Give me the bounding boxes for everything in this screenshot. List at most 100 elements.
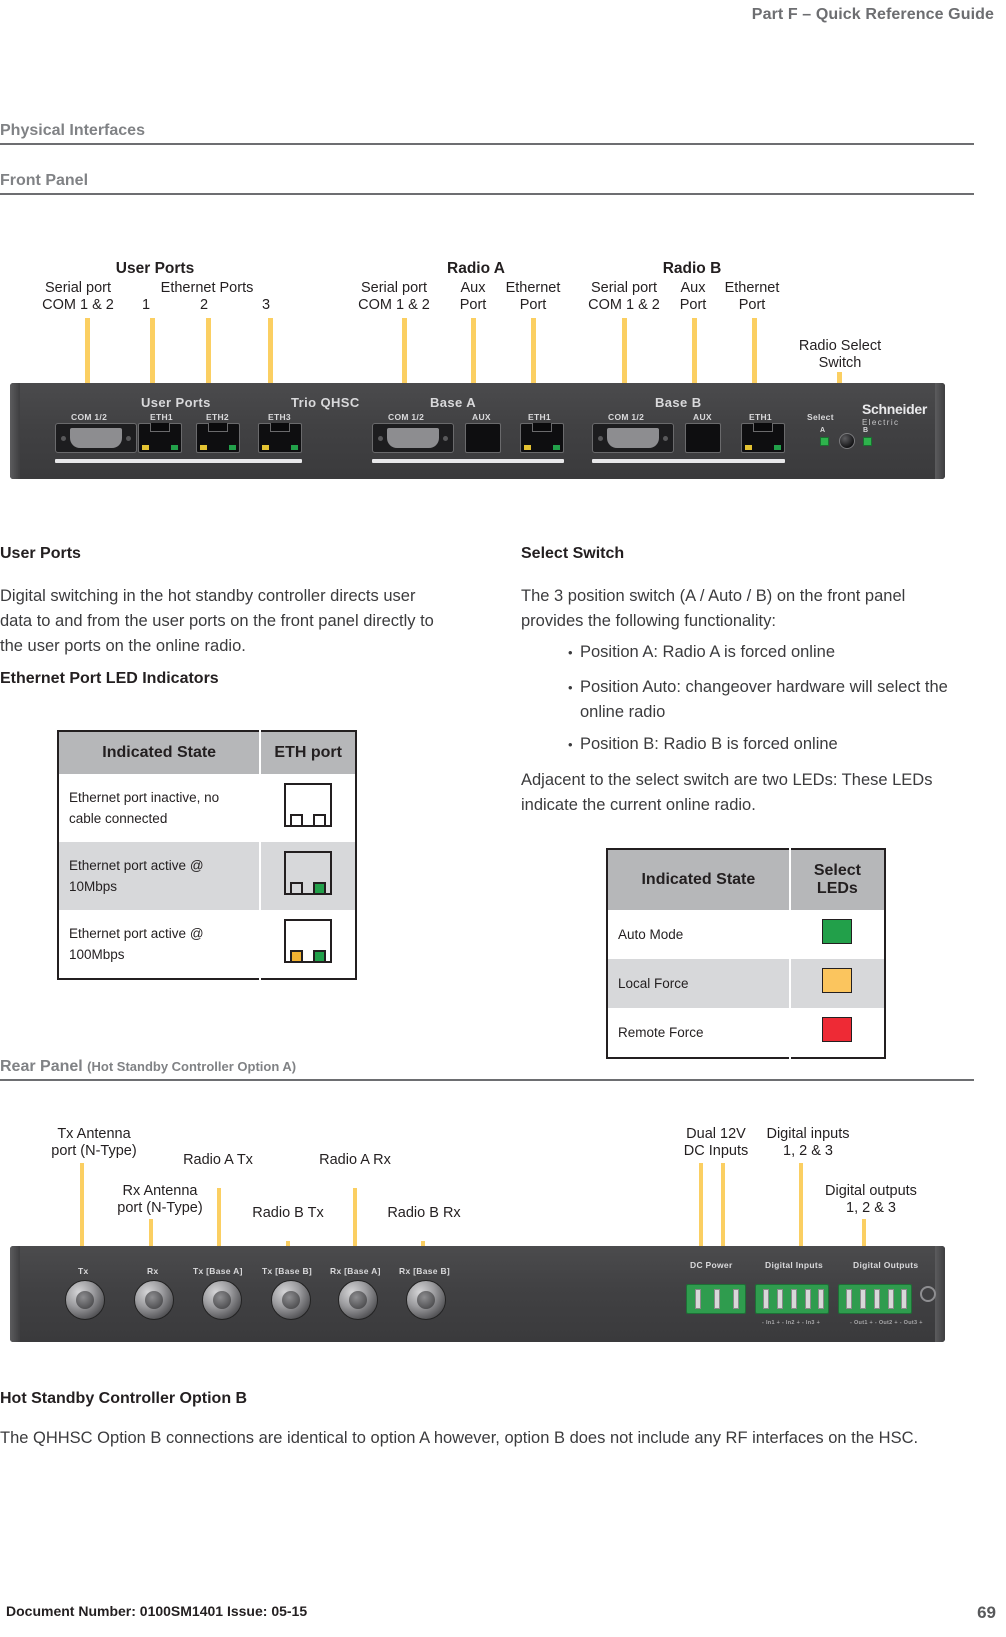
connector-tx-antenna[interactable]: [65, 1280, 105, 1320]
callout-eth-2: 2: [199, 297, 209, 313]
select-led-state-2: Remote Force: [607, 1008, 791, 1058]
silk-aux-a: AUX: [472, 412, 491, 422]
rear-panel-right-ear: [935, 1246, 945, 1342]
select-led-state-1: Local Force: [607, 959, 791, 1008]
silk-eth-a: ETH1: [528, 412, 551, 422]
eth2-led-left: [200, 445, 207, 450]
heading-select-switch: Select Switch: [521, 545, 625, 562]
panel-bar-base-a: [372, 459, 564, 463]
connector-tx-base-b[interactable]: [271, 1280, 311, 1320]
connector-eth1[interactable]: [138, 423, 182, 453]
rj45-glyph-icon: [284, 919, 333, 963]
schneider-logo-sub: Electric: [862, 418, 900, 427]
led-swatch-amber-icon: [822, 968, 853, 993]
paragraph-select-switch-closing: Adjacent to the select switch are two LE…: [521, 771, 933, 814]
silk-user-ports: User Ports: [141, 395, 211, 410]
rear-panel-left-ear: [10, 1246, 20, 1342]
silk-led-a: A: [820, 427, 826, 434]
connector-aux-radio-a[interactable]: [465, 423, 501, 453]
footer-document-number: Document Number: 0100SM1401 Issue: 05-15: [6, 1603, 308, 1619]
silk-model: Trio QHSC: [291, 395, 360, 410]
silk-tx-base-b: Tx [Base B]: [262, 1266, 313, 1276]
running-head: Part F – Quick Reference Guide: [751, 6, 994, 23]
eth3-led-right: [291, 445, 298, 450]
eth3-led-left: [262, 445, 269, 450]
callout-tx-antenna: Tx Antenna port (N-Type): [51, 1126, 137, 1159]
connector-eth3[interactable]: [258, 423, 302, 453]
radio-select-switch-knob[interactable]: [839, 433, 855, 449]
heading-front-panel-label: Front Panel: [0, 172, 89, 189]
rear-panel-image: Tx Rx Tx [Base A] Tx [Base B] Rx [Base A…: [10, 1246, 945, 1342]
silk-eth3: ETH3: [268, 412, 291, 422]
callout-radio-a-rx: Radio A Rx: [319, 1152, 391, 1168]
connector-rx-base-b[interactable]: [406, 1280, 446, 1320]
silk-eth2: ETH2: [206, 412, 229, 422]
callout-digital-outputs: Digital outputs 1, 2 & 3: [825, 1183, 917, 1216]
connector-digital-inputs[interactable]: [755, 1284, 829, 1314]
callout-eth-3: 3: [261, 297, 271, 313]
connector-eth2[interactable]: [196, 423, 240, 453]
callout-radio-a-tx: Radio A Tx: [183, 1152, 253, 1168]
silk-rear-rx: Rx: [147, 1266, 159, 1276]
paragraph-select-switch-intro: The 3 position switch (A / Auto / B) on …: [521, 587, 906, 630]
rj45-glyph-icon: [284, 851, 333, 895]
callout-ethernet-ports: Ethernet Ports: [160, 280, 254, 296]
eth1-led-right: [171, 445, 178, 450]
db9b-screw-right: [663, 435, 668, 441]
connector-dc-power[interactable]: [686, 1284, 746, 1314]
silk-rear-tx: Tx: [78, 1266, 89, 1276]
led-swatch-green-icon: [822, 919, 853, 944]
silk-tx-base-a: Tx [Base A]: [193, 1266, 243, 1276]
rj45-glyph-led-right: [313, 882, 327, 893]
panel-bar-base-b: [592, 459, 785, 463]
connector-tx-base-a[interactable]: [202, 1280, 242, 1320]
callout-radio-b-group: Radio B: [662, 260, 722, 277]
connector-rx-antenna[interactable]: [134, 1280, 174, 1320]
table-row: Remote Force: [607, 1008, 885, 1058]
eth-led-state-2: Ethernet port active @ 100Mbps: [58, 910, 262, 979]
silk-digital-outputs: Digital Outputs: [853, 1260, 919, 1270]
connector-digital-outputs[interactable]: [838, 1284, 912, 1314]
dc-pin-3: [733, 1289, 739, 1309]
silk-com-1: COM 1/2: [71, 412, 108, 422]
db9-screw-left: [61, 435, 66, 441]
paragraph-user-ports: Digital switching in the hot standby con…: [0, 587, 434, 655]
callout-rx-antenna: Rx Antenna port (N-Type): [117, 1183, 203, 1216]
din-pin-4: [805, 1289, 811, 1309]
table-row: Ethernet port inactive, no cable connect…: [58, 774, 356, 842]
connector-rx-base-a[interactable]: [338, 1280, 378, 1320]
callout-radio-a-group: Radio A: [447, 260, 505, 277]
callout-user-ports-group: User Ports: [115, 260, 195, 277]
connector-com-radio-b[interactable]: [592, 423, 674, 453]
callout-eth-1: 1: [141, 297, 151, 313]
callout-serial-port-user: Serial port COM 1 & 2: [42, 280, 114, 313]
select-led-a: [820, 437, 829, 446]
connector-com-radio-a[interactable]: [372, 423, 454, 453]
bullet-position-b: Position B: Radio B is forced online: [568, 732, 960, 757]
ethb-led-left: [745, 445, 752, 450]
connector-eth-radio-b[interactable]: [741, 423, 785, 453]
heading-rear-panel-label: Rear Panel: [0, 1058, 83, 1075]
panel-left-ear: [10, 383, 20, 479]
rj45-glyph-led-right: [313, 950, 327, 961]
heading-user-ports: User Ports: [0, 545, 81, 562]
select-leds-header-row: Indicated State Select LEDs: [607, 849, 885, 910]
paragraph-option-b: The QHHSC Option B connections are ident…: [0, 1429, 919, 1447]
silk-dc-power: DC Power: [690, 1260, 733, 1270]
rj45-glyph-led-left: [290, 814, 304, 825]
eth-port-icon-10mbps: [260, 842, 356, 910]
eth-led-table-header-row: Indicated State ETH port: [58, 731, 356, 774]
silk-rx-base-b: Rx [Base B]: [399, 1266, 451, 1276]
etha-led-right: [553, 445, 560, 450]
dout-pin-3: [874, 1289, 880, 1309]
ethb-led-right: [774, 445, 781, 450]
bullet-position-a: Position A: Radio A is forced online: [568, 640, 960, 665]
heading-rear-panel-sub: (Hot Standby Controller Option A): [87, 1059, 297, 1074]
panel-bar-user: [55, 459, 302, 463]
callout-radio-select-switch: Radio Select Switch: [798, 338, 882, 371]
connector-com-user[interactable]: [55, 423, 137, 453]
connector-aux-radio-b[interactable]: [685, 423, 721, 453]
callout-radio-b-aux: Aux Port: [679, 280, 707, 313]
connector-eth-radio-a[interactable]: [520, 423, 564, 453]
eth-port-icon-100mbps: [260, 910, 356, 979]
